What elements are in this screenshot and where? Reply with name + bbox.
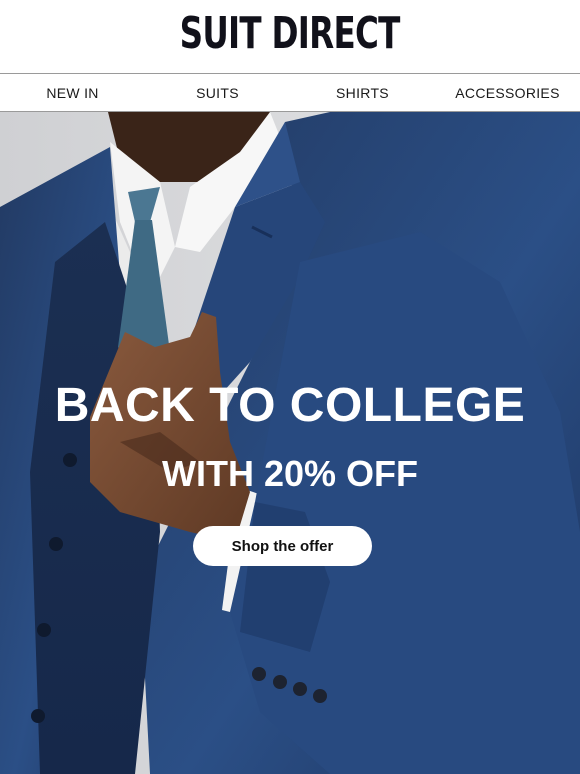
hero-banner[interactable]: BACK TO COLLEGE WITH 20% OFF Shop the of… [0,112,580,774]
brand-logo[interactable]: SUIT DIRECT [180,11,401,56]
nav-item-accessories[interactable]: ACCESSORIES [435,74,580,111]
main-nav: NEW IN SUITS SHIRTS ACCESSORIES [0,73,580,112]
nav-item-new-in[interactable]: NEW IN [0,74,145,111]
header: SUIT DIRECT [0,0,580,73]
man-in-navy-suit-photo [0,112,580,774]
shop-offer-button[interactable]: Shop the offer [193,526,372,566]
nav-item-suits[interactable]: SUITS [145,74,290,111]
hero-title: BACK TO COLLEGE [54,379,526,432]
hero-subtitle: WITH 20% OFF [161,453,418,494]
nav-item-shirts[interactable]: SHIRTS [290,74,435,111]
